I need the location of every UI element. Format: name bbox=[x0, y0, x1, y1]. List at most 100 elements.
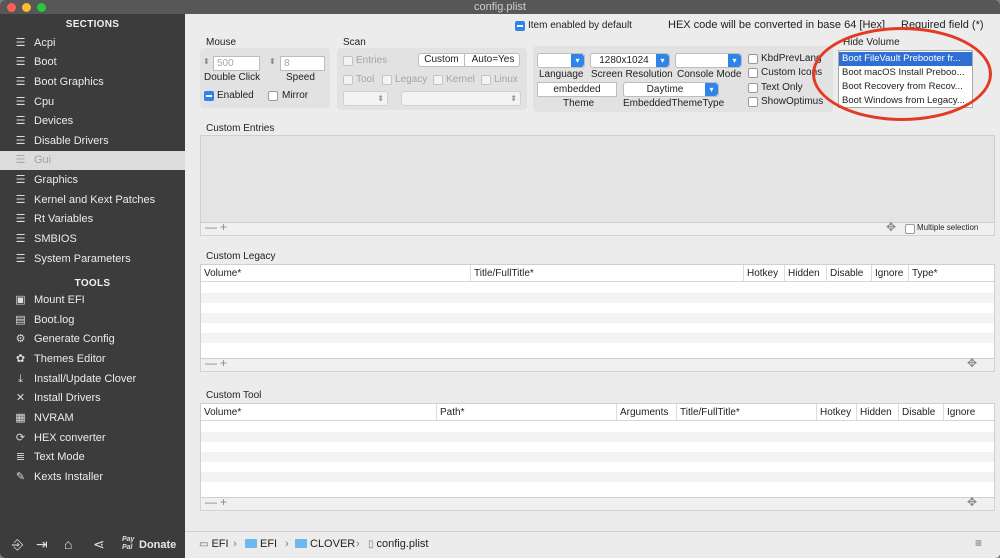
sidebar-item-disable-drivers[interactable]: ☰ Disable Drivers bbox=[0, 132, 185, 151]
multiple-selection-checkbox[interactable] bbox=[905, 224, 915, 234]
path-crumb-clover[interactable]: CLOVER bbox=[295, 538, 355, 550]
speed-label: Speed bbox=[286, 72, 315, 83]
double-click-stepper[interactable]: ⬍ bbox=[203, 57, 210, 66]
scan-tool-checkbox[interactable] bbox=[343, 75, 353, 85]
column-header[interactable]: Type* bbox=[909, 265, 994, 282]
text-only-label: Text Only bbox=[761, 82, 803, 93]
speed-stepper[interactable]: ⬍ bbox=[269, 57, 276, 66]
export-icon[interactable]: ⇥ bbox=[36, 536, 48, 553]
table-row[interactable] bbox=[201, 333, 994, 343]
column-header[interactable]: Volume* bbox=[201, 404, 437, 421]
tool-install-drivers[interactable]: ✕ Install Drivers bbox=[0, 389, 185, 408]
custom-tool-title: Custom Tool bbox=[206, 390, 262, 401]
column-header[interactable]: Volume* bbox=[201, 265, 471, 282]
mouse-enabled-checkbox[interactable] bbox=[204, 91, 214, 101]
wrench-icon: ✎ bbox=[15, 471, 26, 483]
tool-mount-efi[interactable]: ▣ Mount EFI bbox=[0, 291, 185, 310]
sidebar-item-boot[interactable]: ☰ Boot bbox=[0, 53, 185, 72]
mouse-mirror-checkbox[interactable] bbox=[268, 91, 278, 101]
remove-tool-button[interactable]: — bbox=[205, 495, 217, 509]
sidebar-item-system-parameters[interactable]: ☰ System Parameters bbox=[0, 250, 185, 269]
scan-kernel-checkbox[interactable] bbox=[433, 75, 443, 85]
theme-field[interactable]: embedded bbox=[537, 82, 617, 97]
sidebar-item-cpu[interactable]: ☰ Cpu bbox=[0, 93, 185, 112]
column-header[interactable]: Path* bbox=[437, 404, 617, 421]
sidebar-item-kernel-kext-patches[interactable]: ☰ Kernel and Kext Patches bbox=[0, 191, 185, 210]
column-header[interactable]: Hotkey bbox=[744, 265, 785, 282]
scan-custom-segment[interactable]: Custom bbox=[419, 54, 465, 66]
double-click-field[interactable]: 500 bbox=[213, 56, 260, 71]
import-icon[interactable]: ⎆ bbox=[12, 536, 23, 553]
tool-hex-converter[interactable]: ⟳ HEX converter bbox=[0, 429, 185, 448]
add-legacy-button[interactable]: + bbox=[220, 356, 227, 370]
table-row[interactable] bbox=[201, 472, 994, 482]
add-tool-button[interactable]: + bbox=[220, 495, 227, 509]
column-header[interactable]: Ignore bbox=[872, 265, 909, 282]
language-select[interactable]: ▾ bbox=[537, 53, 585, 68]
zoom-window-button[interactable] bbox=[37, 3, 46, 12]
scan-linux-select[interactable]: ⬍ bbox=[401, 91, 521, 106]
close-window-button[interactable] bbox=[7, 3, 16, 12]
tool-kexts-installer[interactable]: ✎ Kexts Installer bbox=[0, 468, 185, 487]
share-icon[interactable]: ⋖ bbox=[93, 536, 105, 553]
tool-boot-log[interactable]: ▤ Boot.log bbox=[0, 311, 185, 330]
console-mode-select[interactable]: ▾ bbox=[675, 53, 742, 68]
scan-entries-checkbox[interactable] bbox=[343, 56, 353, 66]
minimize-window-button[interactable] bbox=[22, 3, 31, 12]
tool-generate-config[interactable]: ⚙ Generate Config bbox=[0, 330, 185, 349]
column-header[interactable]: Arguments bbox=[617, 404, 677, 421]
scan-kernel-select[interactable]: ⬍ bbox=[343, 91, 388, 106]
move-icon[interactable]: ✥ bbox=[886, 220, 896, 234]
tool-nvram[interactable]: ▦ NVRAM bbox=[0, 409, 185, 428]
sidebar-item-acpi[interactable]: ☰ Acpi bbox=[0, 34, 185, 53]
sidebar: SECTIONS ☰ Acpi ☰ Boot ☰ Boot Graphics ☰ Cpu… bbox=[0, 14, 185, 558]
table-row[interactable] bbox=[201, 313, 994, 323]
column-header[interactable]: Hidden bbox=[785, 265, 827, 282]
stepper-icon: ⬍ bbox=[510, 94, 517, 103]
column-header[interactable]: Hotkey bbox=[817, 404, 857, 421]
speed-field[interactable]: 8 bbox=[280, 56, 325, 71]
scan-legacy-checkbox[interactable] bbox=[382, 75, 392, 85]
sidebar-item-boot-graphics[interactable]: ☰ Boot Graphics bbox=[0, 73, 185, 92]
show-optimus-checkbox[interactable] bbox=[748, 97, 758, 107]
scan-linux-checkbox[interactable] bbox=[481, 75, 491, 85]
path-crumb-efi-folder[interactable]: EFI bbox=[245, 538, 277, 550]
remove-entry-button[interactable]: — bbox=[205, 220, 217, 234]
scan-auto-segment[interactable]: Auto=Yes bbox=[466, 54, 520, 66]
column-header[interactable]: Disable bbox=[899, 404, 944, 421]
remove-legacy-button[interactable]: — bbox=[205, 356, 217, 370]
sidebar-item-graphics[interactable]: ☰ Graphics bbox=[0, 171, 185, 190]
column-header[interactable]: Title/FullTitle* bbox=[471, 265, 744, 282]
tool-text-mode[interactable]: ≣ Text Mode bbox=[0, 448, 185, 467]
embedded-theme-type-select[interactable]: Daytime ▾ bbox=[623, 82, 719, 97]
table-row[interactable] bbox=[201, 432, 994, 442]
move-icon[interactable]: ✥ bbox=[967, 495, 977, 509]
sidebar-item-rt-variables[interactable]: ☰ Rt Variables bbox=[0, 210, 185, 229]
move-icon[interactable]: ✥ bbox=[967, 356, 977, 370]
sidebar-item-devices[interactable]: ☰ Devices bbox=[0, 112, 185, 131]
chevron-down-icon: ▾ bbox=[656, 54, 669, 67]
path-crumb-efi-drive[interactable]: ▭ EFI bbox=[199, 538, 229, 550]
text-only-checkbox[interactable] bbox=[748, 83, 758, 93]
custom-legacy-footer: — + ✥ bbox=[200, 356, 995, 372]
sidebar-item-smbios[interactable]: ☰ SMBIOS bbox=[0, 230, 185, 249]
tool-install-update-clover[interactable]: ⤓ Install/Update Clover bbox=[0, 370, 185, 389]
column-header[interactable]: Hidden bbox=[857, 404, 899, 421]
column-header[interactable]: Disable bbox=[827, 265, 872, 282]
menu-icon[interactable]: ≡ bbox=[975, 536, 982, 550]
custom-icons-checkbox[interactable] bbox=[748, 68, 758, 78]
add-entry-button[interactable]: + bbox=[220, 220, 227, 234]
table-row[interactable] bbox=[201, 452, 994, 462]
column-header[interactable]: Ignore bbox=[944, 404, 994, 421]
path-crumb-config[interactable]: ▯ config.plist bbox=[368, 538, 429, 550]
home-icon[interactable]: ⌂ bbox=[64, 536, 72, 552]
kbd-prev-lang-checkbox[interactable] bbox=[748, 54, 758, 64]
paypal-icon[interactable]: Pay Pal bbox=[122, 536, 136, 552]
sidebar-item-gui[interactable]: ☰ Gui bbox=[0, 151, 185, 170]
table-row[interactable] bbox=[201, 293, 994, 303]
tool-themes-editor[interactable]: ✿ Themes Editor bbox=[0, 350, 185, 369]
donate-button[interactable]: Donate bbox=[139, 539, 176, 551]
screen-resolution-select[interactable]: 1280x1024 ▾ bbox=[590, 53, 670, 68]
column-header[interactable]: Title/FullTitle* bbox=[677, 404, 817, 421]
window-title: config.plist bbox=[474, 1, 526, 13]
